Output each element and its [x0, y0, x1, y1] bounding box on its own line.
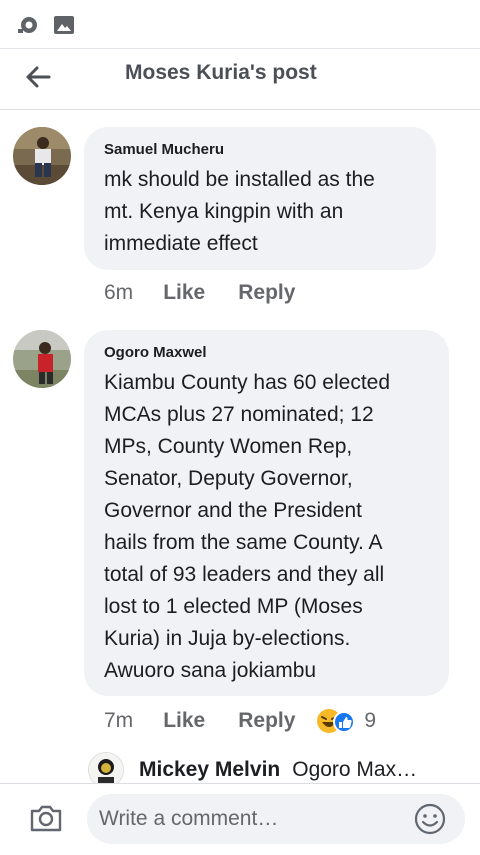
comment-actions: 6m Like Reply: [104, 281, 328, 305]
comment-text: Kiambu County has 60 elected MCAs plus 2…: [104, 371, 391, 682]
camera-button[interactable]: [28, 800, 64, 836]
comment-input[interactable]: [87, 794, 465, 844]
image-icon: [52, 13, 76, 42]
reply-text: Ogoro Max…: [292, 758, 418, 781]
like-button[interactable]: Like: [163, 281, 205, 305]
comment-time: 7m: [104, 709, 134, 732]
reaction-summary[interactable]: 9: [316, 708, 376, 734]
comment-time: 6m: [104, 281, 134, 304]
page-title: Moses Kuria's post: [125, 61, 317, 84]
reply-author[interactable]: Mickey Melvin: [139, 758, 280, 782]
like-reaction-icon: [333, 711, 356, 733]
reply-button[interactable]: Reply: [238, 709, 295, 733]
avatar[interactable]: [13, 127, 71, 185]
comment-author[interactable]: Samuel Mucheru: [104, 141, 416, 158]
reply-button[interactable]: Reply: [238, 281, 295, 305]
emoji-button[interactable]: [414, 803, 446, 835]
comment-actions: 7m Like Reply 9: [104, 708, 376, 734]
reaction-icons: [317, 709, 356, 733]
back-arrow-icon: [26, 66, 51, 88]
comment-author[interactable]: Ogoro Maxwel: [104, 344, 429, 361]
comment-bubble[interactable]: Samuel Mucheru mk should be installed as…: [84, 127, 436, 270]
smiley-icon: [414, 803, 446, 835]
back-button[interactable]: [18, 57, 58, 97]
reaction-count: 9: [364, 709, 377, 732]
post-header: Moses Kuria's post: [0, 48, 480, 110]
comment-text: mk should be installed as the mt. Kenya …: [104, 168, 375, 255]
avatar[interactable]: [13, 330, 71, 388]
like-button[interactable]: Like: [163, 709, 205, 733]
camera-icon: [30, 805, 62, 832]
comment-composer: [0, 783, 480, 855]
comment-bubble[interactable]: Ogoro Maxwel Kiambu County has 60 electe…: [84, 330, 449, 696]
status-bar: [0, 0, 480, 48]
notification-icon: [16, 13, 40, 42]
